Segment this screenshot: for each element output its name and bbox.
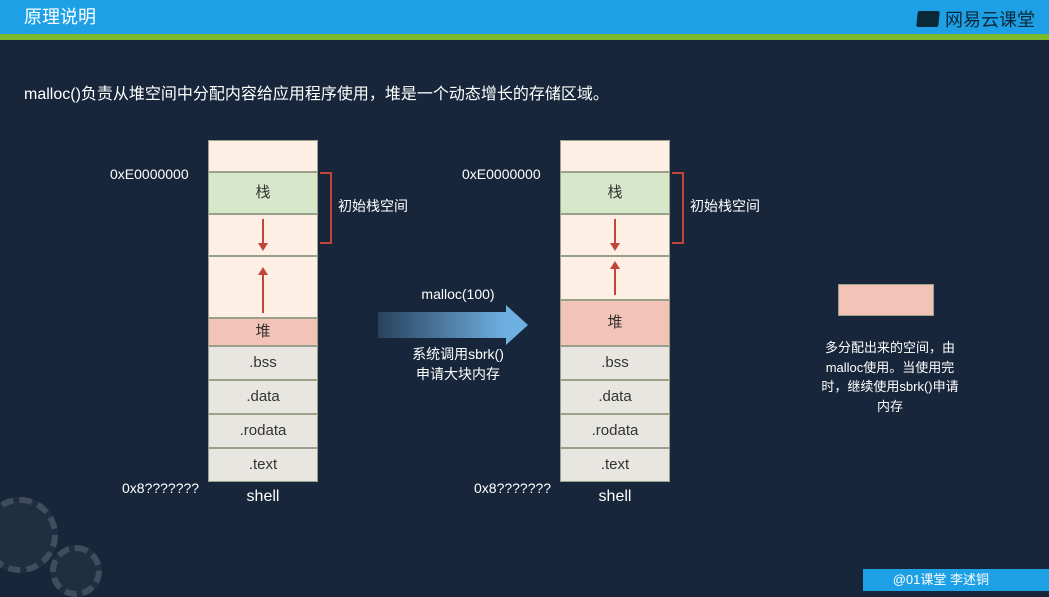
- gear-icon: [0, 497, 58, 573]
- bracket-left: [320, 172, 332, 244]
- shell-caption-right: shell: [560, 488, 670, 506]
- seg-bss: .bss: [560, 346, 670, 380]
- description-text: malloc()负责从堆空间中分配内容给应用程序使用，堆是一个动态增长的存储区域…: [24, 80, 609, 104]
- book-icon: [916, 11, 940, 27]
- accent-strip: [0, 34, 1049, 40]
- seg-stack: 栈: [560, 172, 670, 214]
- seg-data: .data: [560, 380, 670, 414]
- bracket-right: [672, 172, 684, 244]
- addr-top-left: 0xE0000000: [110, 166, 189, 182]
- seg-gap-down: [208, 214, 318, 256]
- title-bar: 原理说明: [0, 0, 1049, 34]
- extra-caption: 多分配出来的空间，由malloc使用。当使用完时，继续使用sbrk()申请内存: [820, 338, 960, 416]
- arrow-up-icon: [262, 273, 264, 313]
- seg-empty-top: [560, 140, 670, 172]
- arrow-sub2: 申请大块内存: [378, 364, 538, 384]
- seg-text: .text: [208, 448, 318, 482]
- seg-text: .text: [560, 448, 670, 482]
- arrow-body: [378, 312, 506, 338]
- seg-rodata: .rodata: [560, 414, 670, 448]
- seg-bss: .bss: [208, 346, 318, 380]
- seg-rodata: .rodata: [208, 414, 318, 448]
- watermark-text: 网易云课堂: [945, 6, 1035, 32]
- seg-heap: 堆: [208, 318, 318, 346]
- watermark: 网易云课堂: [917, 6, 1035, 32]
- seg-gap-up: [560, 256, 670, 300]
- arrow-down-icon: [614, 219, 616, 245]
- arrow-head-icon: [506, 305, 528, 345]
- extra-heap-block: [838, 284, 934, 316]
- arrow-title: malloc(100): [378, 286, 538, 302]
- memory-layout-after: 栈 堆 .bss .data .rodata .text shell: [560, 140, 670, 506]
- footer-credit: @01课堂 李述铜: [863, 569, 1049, 591]
- seg-gap-up: [208, 256, 318, 318]
- gear-icon: [50, 545, 102, 597]
- seg-gap-down: [560, 214, 670, 256]
- bracket-label-left: 初始栈空间: [338, 196, 408, 216]
- seg-stack: 栈: [208, 172, 318, 214]
- seg-heap-expanded: 堆: [560, 300, 670, 346]
- arrow-down-icon: [262, 219, 264, 245]
- seg-empty-top: [208, 140, 318, 172]
- addr-top-right: 0xE0000000: [462, 166, 541, 182]
- memory-layout-before: 栈 堆 .bss .data .rodata .text shell: [208, 140, 318, 506]
- transition-arrow-icon: [378, 310, 528, 340]
- shell-caption-left: shell: [208, 488, 318, 506]
- page-title: 原理说明: [0, 0, 268, 34]
- bracket-label-right: 初始栈空间: [690, 196, 760, 216]
- seg-data: .data: [208, 380, 318, 414]
- addr-bottom-left: 0x8???????: [122, 480, 199, 496]
- arrow-up-icon: [614, 267, 616, 295]
- addr-bottom-right: 0x8???????: [474, 480, 551, 496]
- arrow-sub1: 系统调用sbrk(): [378, 344, 538, 364]
